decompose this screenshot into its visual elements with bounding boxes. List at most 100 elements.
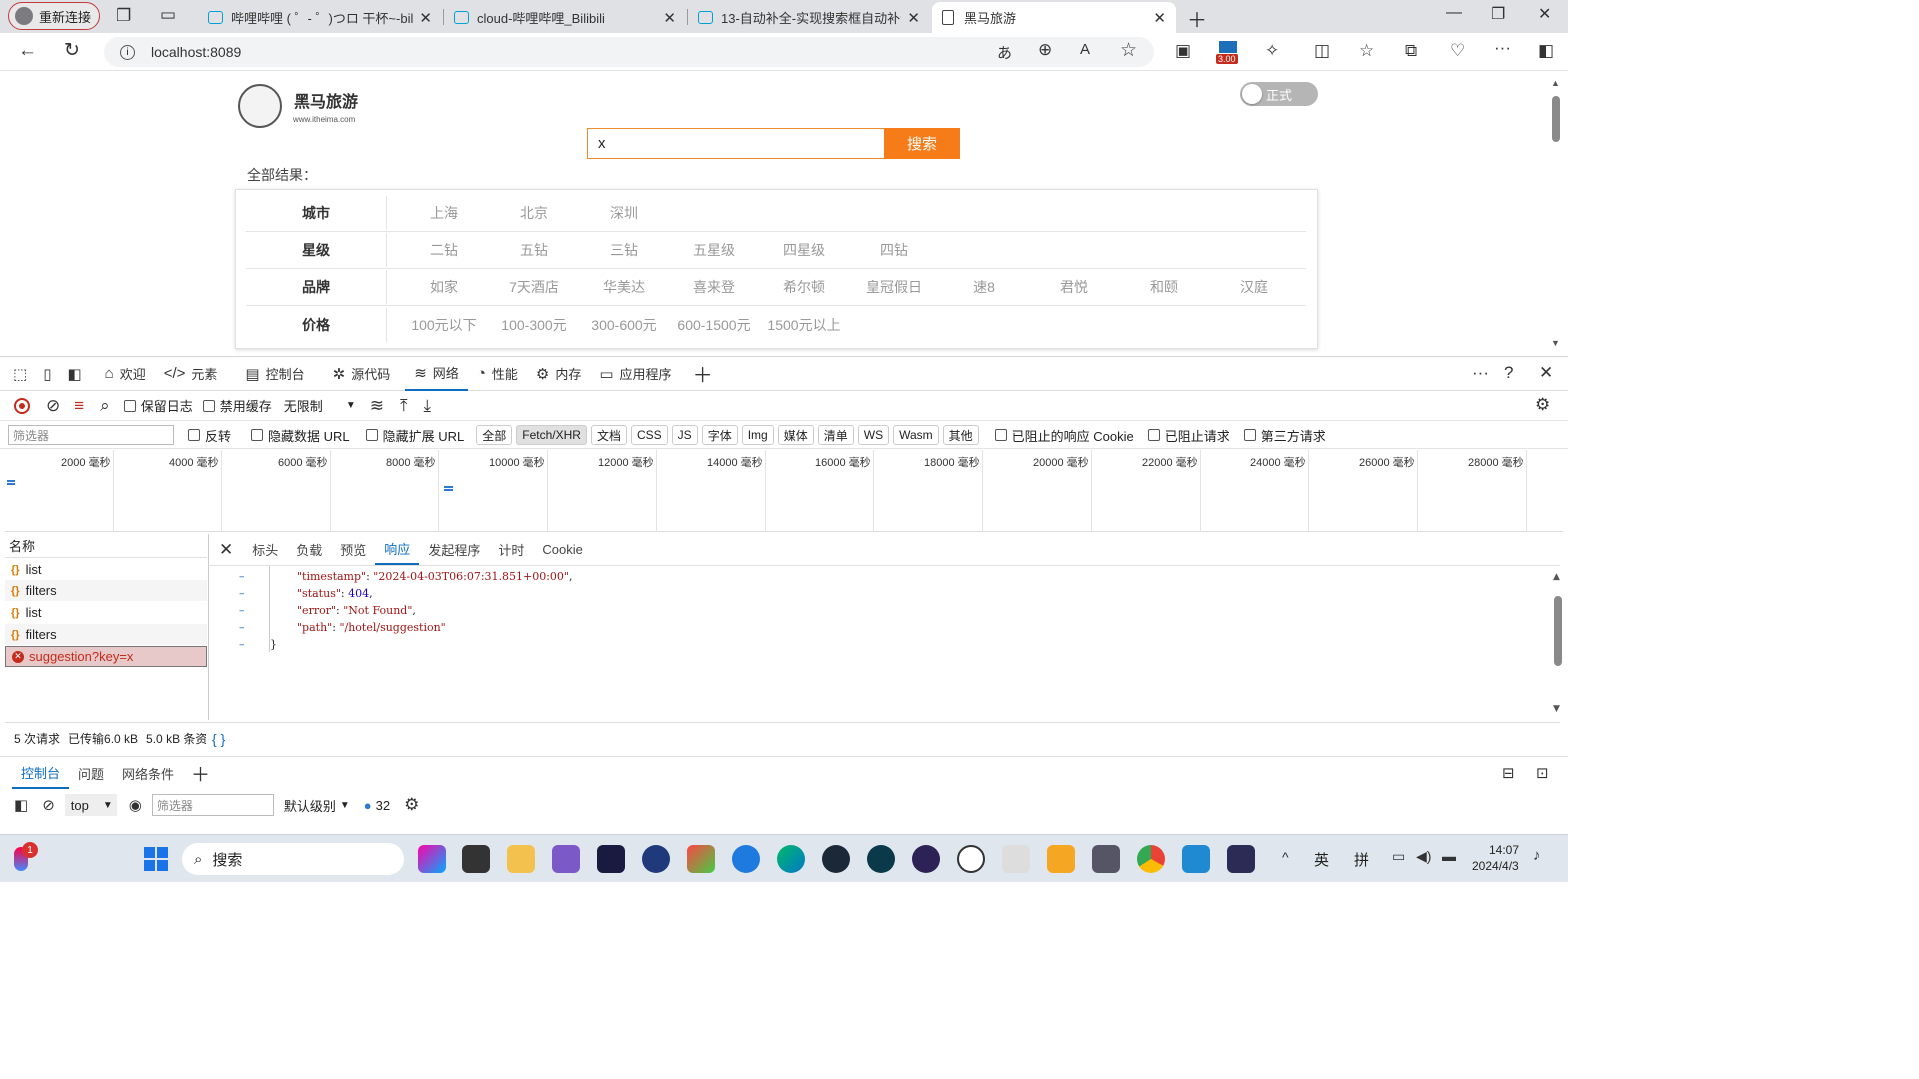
preserve-log-checkbox[interactable]	[123, 399, 136, 412]
app-taskview-icon[interactable]	[462, 845, 490, 873]
sidebar-icon[interactable]: ◧	[1538, 41, 1554, 61]
device-icon[interactable]: ▯	[43, 365, 51, 383]
back-icon[interactable]: ←	[18, 40, 37, 62]
app-game-icon[interactable]	[687, 845, 715, 873]
read-aloud-icon[interactable]: A	[1080, 41, 1090, 58]
tab-autocomplete-video[interactable]: 13-自动补全-实现搜索框自动补全 ✕	[688, 2, 930, 33]
tab-cookies[interactable]: Cookie	[533, 534, 591, 565]
type-chip-ws[interactable]: WS	[857, 425, 890, 445]
app-eclipse-icon[interactable]	[912, 845, 940, 873]
tab-welcome[interactable]: ⌂ 欢迎	[96, 357, 155, 391]
request-row[interactable]: {} list	[5, 602, 207, 623]
app-nvidia-icon[interactable]	[867, 845, 895, 873]
favorites-icon[interactable]: ☆	[1359, 41, 1374, 61]
request-row[interactable]: {} filters	[5, 580, 207, 601]
more-tools-icon[interactable]: ＋	[693, 359, 713, 388]
filter-input[interactable]: 筛选器	[8, 425, 174, 445]
battery-icon[interactable]: ▬	[1442, 848, 1456, 864]
dock-drawer-icon[interactable]: ⊟	[1502, 764, 1515, 782]
third-party-checkbox[interactable]	[1243, 429, 1256, 441]
clock-time[interactable]: 14:07	[1489, 843, 1519, 857]
filter-option[interactable]: 五星级	[669, 240, 759, 260]
ime-lang[interactable]: 英	[1314, 849, 1329, 870]
address-bar[interactable]: i localhost:8089 あ ⊕ A ☆	[104, 37, 1154, 67]
app-feishu-icon[interactable]	[732, 845, 760, 873]
app-steam-icon[interactable]	[822, 845, 850, 873]
filter-option[interactable]: 君悦	[1029, 277, 1119, 297]
more-options-icon[interactable]: ···	[1494, 38, 1511, 58]
dock-icon[interactable]: ◧	[67, 365, 81, 383]
disable-cache-checkbox[interactable]	[202, 399, 215, 412]
tab-bilibili-cloud[interactable]: cloud-哔哩哔哩_Bilibili ✕	[444, 2, 686, 33]
tab-heima-travel[interactable]: 黑马旅游 ✕	[932, 2, 1176, 33]
network-conditions-icon[interactable]: ≋	[370, 396, 384, 416]
workspaces-icon[interactable]: ❐	[116, 6, 131, 26]
filter-option[interactable]: 深圳	[579, 203, 669, 223]
filter-option[interactable]: 华美达	[579, 277, 669, 297]
filter-option[interactable]: 四钻	[849, 240, 939, 260]
clock-date[interactable]: 2024/4/3	[1472, 859, 1519, 873]
page-scrollbar[interactable]: ▲ ▼	[1549, 74, 1565, 354]
close-drawer-icon[interactable]: ⊡	[1536, 764, 1549, 782]
tab-timing[interactable]: 计时	[489, 534, 533, 565]
filter-option[interactable]: 速8	[939, 277, 1029, 297]
app-copilot-icon[interactable]	[418, 845, 446, 873]
tab-application[interactable]: ▭ 应用程序	[590, 357, 680, 391]
upload-icon[interactable]: ⤒	[400, 396, 408, 416]
tab-preview[interactable]: 预览	[331, 534, 375, 565]
tab-response[interactable]: 响应	[375, 534, 420, 565]
drawer-tab-issues[interactable]: 问题	[69, 758, 113, 789]
url-text[interactable]: localhost:8089	[151, 44, 241, 60]
eye-icon[interactable]: ◉	[129, 796, 142, 814]
filter-option[interactable]: 1500元以上	[759, 315, 849, 335]
tab-bilibili-home[interactable]: 哔哩哔哩 ( ゜- ゜)つロ 干杯~-bilib ✕	[198, 2, 442, 33]
clear-console-icon[interactable]: ⊘	[42, 796, 55, 814]
response-scroll-thumb[interactable]	[1554, 596, 1562, 666]
console-settings-icon[interactable]: ⚙	[404, 795, 419, 815]
pretty-print-button[interactable]: { }	[212, 731, 225, 747]
filter-option[interactable]: 汉庭	[1209, 277, 1299, 297]
env-toggle[interactable]: 正式	[1240, 82, 1318, 106]
devtools-more-icon[interactable]: ···	[1472, 363, 1489, 383]
minimize-icon[interactable]: —	[1446, 4, 1462, 22]
search-button[interactable]: 搜索	[884, 128, 960, 159]
type-chip-css[interactable]: CSS	[630, 425, 668, 445]
filter-option[interactable]: 上海	[399, 203, 489, 223]
filter-option[interactable]: 100元以下	[399, 315, 489, 335]
type-chip-all[interactable]: 全部	[476, 425, 513, 445]
tab-elements[interactable]: </> 元素	[155, 357, 227, 391]
app-idea-icon[interactable]	[1227, 845, 1255, 873]
hide-data-urls-checkbox[interactable]	[251, 429, 264, 441]
close-devtools-icon[interactable]: ✕	[1539, 363, 1553, 383]
download-icon[interactable]: ⤓	[424, 396, 432, 416]
profile-button[interactable]: 重新连接	[8, 2, 100, 30]
search-input[interactable]: x	[587, 128, 885, 159]
collections-add-icon[interactable]: ⧉	[1405, 41, 1417, 61]
type-chip-xhr[interactable]: Fetch/XHR	[516, 425, 587, 445]
tab-headers[interactable]: 标头	[243, 534, 287, 565]
performance-icon[interactable]: ♡	[1450, 41, 1465, 61]
app-dots-icon[interactable]	[1002, 845, 1030, 873]
app-jetbrains-icon[interactable]	[597, 845, 625, 873]
filter-option[interactable]: 北京	[489, 203, 579, 223]
app-explorer-icon[interactable]	[507, 845, 535, 873]
tab-initiator[interactable]: 发起程序	[419, 534, 489, 565]
blocked-cookies-checkbox[interactable]	[994, 429, 1007, 441]
type-chip-img[interactable]: Img	[741, 425, 774, 445]
type-chip-js[interactable]: JS	[671, 425, 698, 445]
hide-ext-urls-checkbox[interactable]	[365, 429, 378, 441]
drawer-tab-network-conditions[interactable]: 网络条件	[113, 758, 183, 789]
type-chip-doc[interactable]: 文档	[590, 425, 627, 445]
filter-option[interactable]: 和颐	[1119, 277, 1209, 297]
filter-option[interactable]: 如家	[399, 277, 489, 297]
type-chip-font[interactable]: 字体	[701, 425, 738, 445]
close-tab-icon[interactable]: ✕	[663, 9, 676, 27]
record-icon[interactable]	[14, 397, 30, 414]
app-dell-icon[interactable]	[957, 845, 985, 873]
volume-icon[interactable]: ◀)	[1416, 848, 1431, 865]
notification-bell-icon[interactable]: ♪	[1533, 847, 1541, 864]
filter-option[interactable]: 600-1500元	[669, 315, 759, 335]
app-circle-icon[interactable]	[642, 845, 670, 873]
tab-payload[interactable]: 负载	[287, 534, 331, 565]
drawer-tab-console[interactable]: 控制台	[12, 759, 70, 789]
